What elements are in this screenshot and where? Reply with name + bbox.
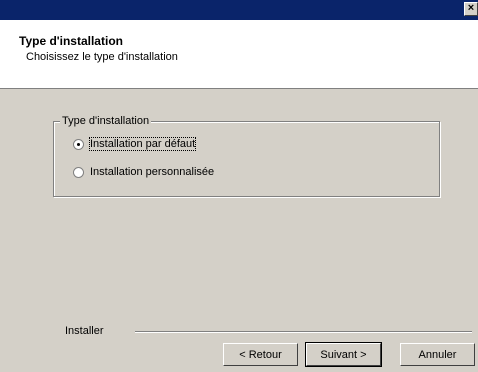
radio-custom-install-label[interactable]: Installation personnalisée	[90, 166, 214, 178]
radio-selected-icon[interactable]	[73, 138, 84, 150]
installer-label: Installer	[65, 325, 104, 337]
back-button[interactable]: < Retour	[223, 343, 298, 366]
radio-default-install[interactable]: Installation par défaut	[73, 137, 197, 151]
page-subtitle: Choisissez le type d'installation	[26, 51, 178, 63]
radio-unselected-icon[interactable]	[73, 166, 84, 178]
close-button[interactable]: ×	[464, 2, 478, 16]
radio-default-install-label[interactable]: Installation par défaut	[88, 137, 197, 151]
title-bar: ×	[0, 0, 478, 20]
close-icon: ×	[467, 2, 475, 14]
radio-custom-install[interactable]: Installation personnalisée	[73, 166, 214, 178]
next-button[interactable]: Suivant >	[305, 342, 382, 367]
wizard-header: Type d'installation Choisissez le type d…	[0, 20, 478, 89]
footer-divider	[135, 331, 472, 333]
cancel-button[interactable]: Annuler	[400, 343, 475, 366]
page-title: Type d'installation	[19, 34, 123, 48]
install-type-groupbox	[53, 121, 440, 197]
install-type-group-legend: Type d'installation	[60, 115, 152, 127]
